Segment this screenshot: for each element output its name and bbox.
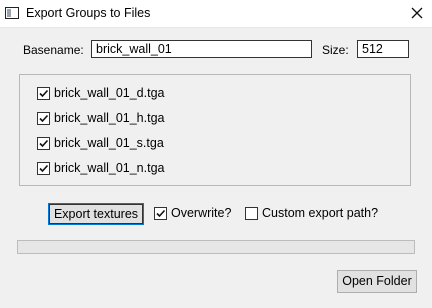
checkbox[interactable] (37, 87, 50, 100)
overwrite-checkbox[interactable] (154, 207, 167, 220)
basename-label: Basename: (23, 43, 84, 57)
file-name: brick_wall_01_d.tga (54, 86, 165, 100)
checkbox[interactable] (37, 112, 50, 125)
open-folder-button[interactable]: Open Folder (337, 270, 417, 293)
custom-path-checkbox[interactable] (245, 207, 258, 220)
size-label: Size: (322, 43, 349, 57)
checkmark-icon (39, 114, 49, 123)
file-name: brick_wall_01_s.tga (54, 136, 164, 150)
custom-path-label: Custom export path? (262, 206, 379, 220)
close-button[interactable] (402, 0, 432, 27)
checkbox[interactable] (37, 162, 50, 175)
progress-bar (17, 240, 415, 254)
app-icon (5, 7, 19, 19)
file-name: brick_wall_01_h.tga (54, 111, 165, 125)
basename-input[interactable]: brick_wall_01 (91, 40, 312, 58)
overwrite-label: Overwrite? (171, 206, 232, 220)
checkmark-icon (156, 209, 166, 218)
window-title: Export Groups to Files (26, 6, 151, 20)
checkmark-icon (39, 164, 49, 173)
checkbox[interactable] (37, 137, 50, 150)
close-icon (411, 7, 423, 19)
checkmark-icon (39, 89, 49, 98)
checkmark-icon (39, 139, 49, 148)
file-name: brick_wall_01_n.tga (54, 161, 165, 175)
title-bar[interactable]: Export Groups to Files (0, 0, 432, 28)
size-input[interactable]: 512 (357, 40, 409, 58)
export-textures-button[interactable]: Export textures (48, 203, 144, 225)
